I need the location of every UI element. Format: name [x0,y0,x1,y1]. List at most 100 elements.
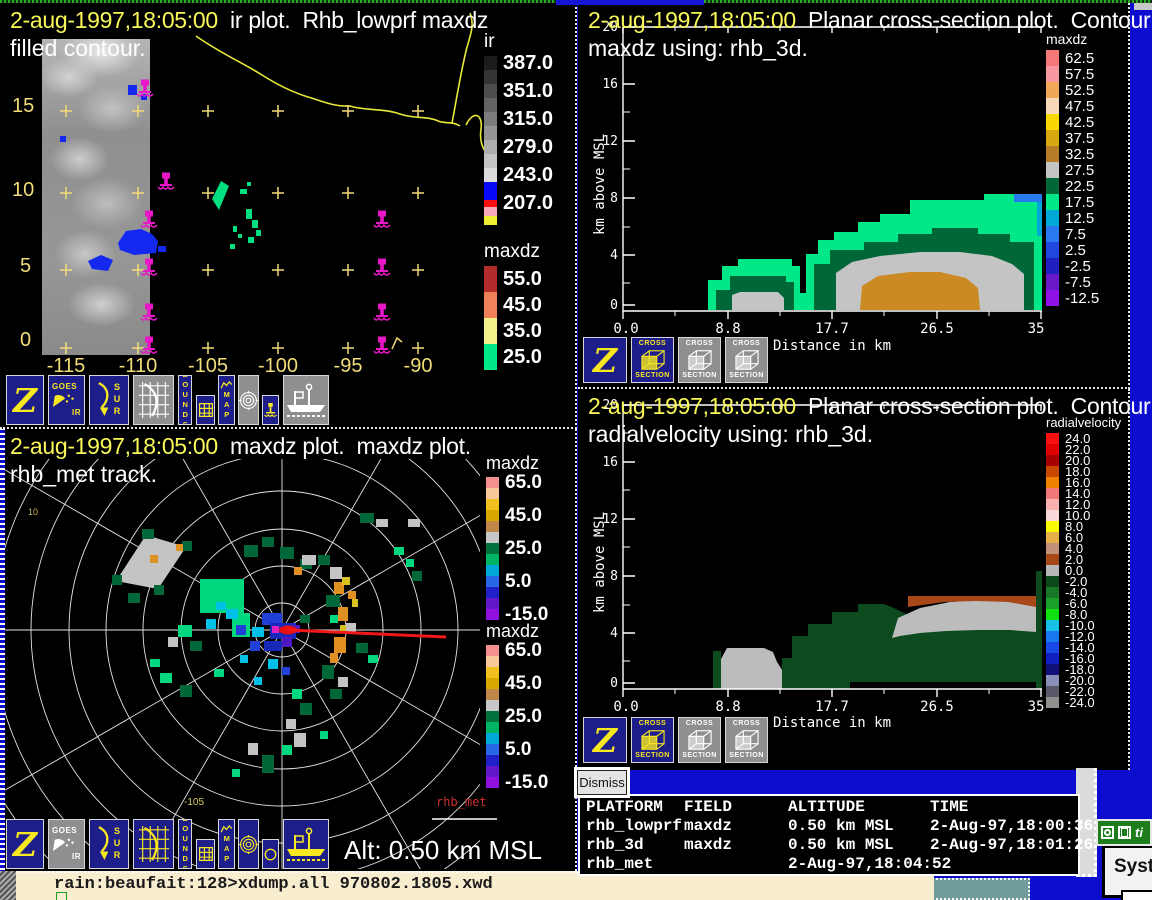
colorbar-swatch [484,207,497,216]
zeb-logo-button[interactable]: Z [6,819,44,869]
radar-echo-blobs [212,181,261,249]
colorbar-swatch [1046,114,1059,130]
colorbar-swatch [1046,178,1059,194]
colorbar-swatch [486,477,499,488]
taskbar-box[interactable] [932,878,1030,900]
colorbar-label: 2.5 [1065,242,1086,259]
colorbar-segment: -12.5 [1046,290,1099,306]
cross-section-button-3[interactable]: CROSS SECTION [725,337,768,383]
bounds-button[interactable]: BOUNDS [178,819,192,869]
desktop: 2-aug-1997,18:05:00 ir plot. Rhb_lowprf … [0,0,1152,900]
colorbar-label: 279.0 [503,136,553,159]
buoy-markers [137,80,390,353]
zeb-logo-button[interactable]: Z [6,375,44,425]
cross-section-button-1[interactable]: CROSS SECTION [631,717,674,763]
zeb-logo-button[interactable]: Z [583,337,627,383]
colorbar-title: radialvelocity [1046,415,1121,430]
buoy-button[interactable] [262,395,279,425]
cross-section-button-2[interactable]: CROSS SECTION [678,337,721,383]
radar-grid-button[interactable] [133,819,174,869]
lat-tick: 0 [20,329,31,352]
surface-radar-button[interactable]: SUR [89,375,129,425]
cross-section-button-3[interactable]: CROSS SECTION [725,717,768,763]
plot-time: 2-aug-1997,18:05:00 [588,393,796,419]
lat-tick: 15 [12,95,34,118]
colorbar-segment: 25.0 [486,543,548,554]
radar-grid-button[interactable] [133,375,174,425]
colorbar-swatch [484,112,497,126]
colorbar-swatch [484,200,497,207]
colorbar-swatch [484,126,497,140]
colorbar-label: 17.5 [1065,194,1094,211]
colorbar-label: 35.0 [503,320,542,343]
cross-section-button-2[interactable]: CROSS SECTION [678,717,721,763]
system-window-field[interactable] [1121,890,1152,900]
colorbar-segment: 25.0 [484,344,542,370]
section-label: SECTION [635,752,670,760]
circle-overlay-button[interactable] [262,839,279,869]
cube-icon [733,728,761,752]
map-button[interactable]: MAP [218,819,235,869]
goes-ir-button[interactable]: GOES IR [48,375,85,425]
colorbar-label: 45.0 [503,294,542,317]
colorbar-swatch [486,609,499,620]
colorbar-segment: 65.0 [486,645,548,656]
colorbar-swatch [486,576,499,587]
panel-title: 2-aug-1997,18:05:00 Planar cross-section… [588,7,1152,34]
system-window[interactable]: Syste [1102,845,1152,898]
time-window-titlebar[interactable]: ti [1096,819,1152,846]
colorbar-swatch [1046,433,1059,444]
plot-time: 2-aug-1997,18:05:00 [10,433,218,459]
ship-track-button[interactable] [283,375,329,425]
table-cell [684,855,788,874]
range-rings-button[interactable] [238,819,259,869]
colorbar-swatch [486,711,499,722]
colorbar-segment: 207.0 [484,200,553,207]
table-cell: PLATFORM [586,798,684,817]
colorbar-swatch [486,543,499,554]
colorbar-swatch [1046,274,1059,290]
y-axis-label: km above MSL [592,512,608,613]
goes-ir-button[interactable]: GOES IR [48,819,85,869]
map-button[interactable]: MAP [218,375,235,425]
window-iconify-icon[interactable] [1118,826,1131,839]
table-cell: rhb_3d [586,836,684,855]
cube-icon [639,348,667,372]
colorbar-label: 5.0 [505,739,531,761]
panel-maxdz-ppi: 2-aug-1997,18:05:00 maxdz plot. maxdz pl… [0,429,577,871]
surface-radar-button[interactable]: SUR [89,819,129,869]
colorbar-segment: 47.5 [1046,98,1099,114]
colorbar-swatch [1046,146,1059,162]
grid-icon [198,402,214,418]
cross-label: CROSS [686,340,713,348]
terminal-scrollbar[interactable] [0,871,16,900]
colorbar-segment: 65.0 [486,477,548,488]
range-rings-button[interactable] [238,375,259,425]
colorbar-maxdz-1: maxdz65.045.025.05.0-15.0 [486,453,548,620]
grid-overlay-button[interactable] [196,839,215,869]
colorbar-segment: 35.0 [484,318,542,344]
platform-status-table: PLATFORMFIELDALTITUDETIMErhb_lowprfmaxdz… [578,794,1080,876]
colorbar-swatch [1046,620,1059,631]
map-squiggle-icon [220,825,233,834]
panel-title: 2-aug-1997,18:05:00 ir plot. Rhb_lowprf … [10,7,488,34]
cube-icon [686,348,714,372]
zeb-logo-button[interactable]: Z [583,717,627,763]
colorbar-segment: -24.0 [1046,697,1121,708]
window-menu-icon[interactable] [1101,826,1114,839]
table-cell: 0.50 km MSL [788,836,930,855]
colorbar-swatch [1046,675,1059,686]
dismiss-button[interactable]: Dismiss [577,770,627,795]
x-tick: 0.0 [613,699,638,715]
colorbar-swatch [486,678,499,689]
colorbar-label: 37.5 [1065,130,1094,147]
ship-track-button[interactable] [283,819,329,869]
colorbar-label: 7.5 [1065,226,1086,243]
bounds-button[interactable]: BOUNDS [178,375,192,425]
colorbar-segment: 243.0 [484,168,553,182]
colorbar-swatch [1046,521,1059,532]
grid-overlay-button[interactable] [196,395,215,425]
sur-label: SUR [112,826,121,862]
cross-section-button-1[interactable]: CROSS SECTION [631,337,674,383]
map-label: MAP [223,390,231,420]
